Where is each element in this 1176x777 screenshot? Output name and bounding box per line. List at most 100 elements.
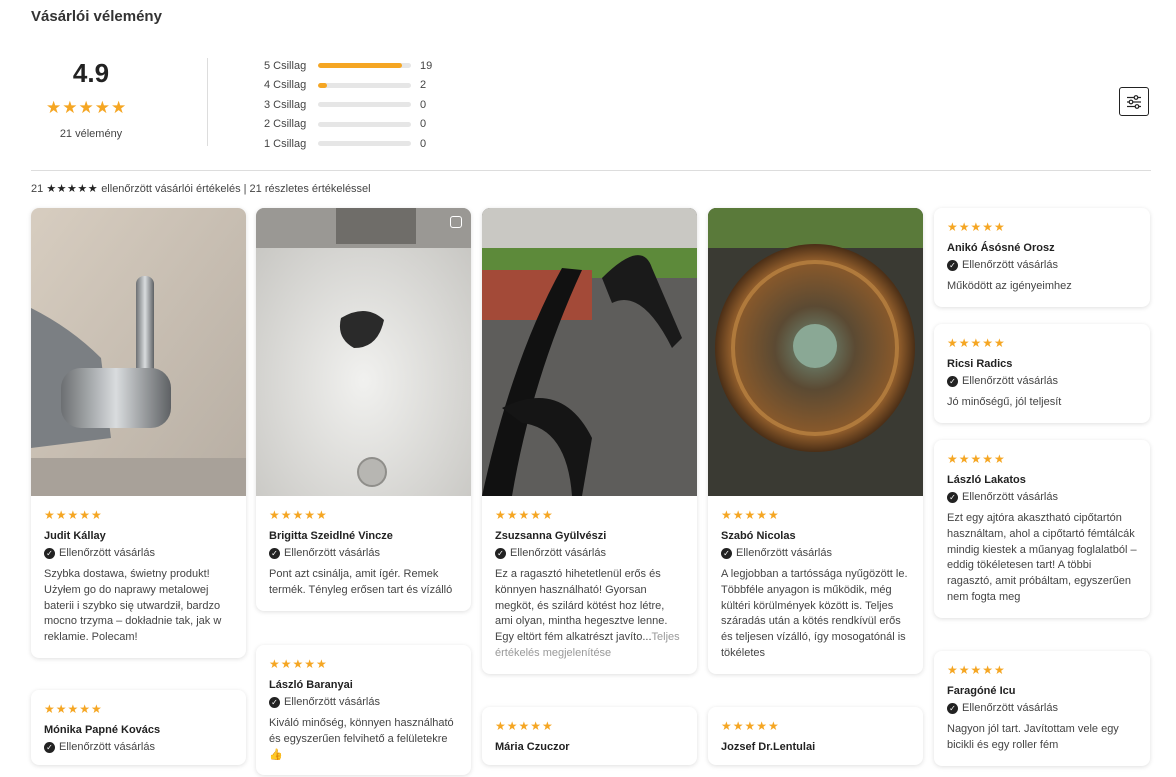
review-stars: ★★★★★ <box>947 336 1006 350</box>
histogram-bar <box>318 102 411 108</box>
review-stars: ★★★★★ <box>269 508 328 522</box>
verified-badge: ✓ Ellenőrzött vásárlás <box>947 491 1138 503</box>
review-stars: ★★★★★ <box>947 220 1006 234</box>
review-text-body: Ez a ragasztó hihetetlenül erős és könny… <box>495 568 668 644</box>
review-card[interactable]: ★★★★★ László Lakatos ✓ Ellenőrzött vásárl… <box>934 440 1150 618</box>
verified-label: Ellenőrzött vásárlás <box>962 259 1058 271</box>
verified-badge: ✓ Ellenőrzött vásárlás <box>947 702 1138 714</box>
verified-label: Ellenőrzött vásárlás <box>510 547 606 559</box>
review-card[interactable]: ★★★★★ Judit Kállay ✓ Ellenőrzött vásárlás… <box>31 208 246 658</box>
check-icon: ✓ <box>947 259 958 271</box>
histogram-bar <box>318 63 411 69</box>
histogram-bar <box>318 141 411 147</box>
histogram-count: 0 <box>420 137 427 150</box>
review-text: Jó minőségű, jól teljesít <box>947 396 1062 408</box>
review-stars: ★★★★★ <box>495 508 554 522</box>
histogram-fill <box>318 63 403 69</box>
check-icon: ✓ <box>947 375 958 387</box>
reviewer-name: Mónika Papné Kovács <box>44 724 161 736</box>
review-text: Ezt egy ajtóra akasztható cipőtartón has… <box>947 512 1137 603</box>
check-icon: ✓ <box>947 702 958 714</box>
check-icon: ✓ <box>269 696 280 708</box>
review-stars: ★★★★★ <box>44 702 103 716</box>
review-card[interactable]: ★★★★★ László Baranyai ✓ Ellenőrzött vásár… <box>256 645 471 776</box>
reviewer-name: Jozsef Dr.Lentulai <box>721 741 816 753</box>
review-card[interactable]: ★★★★★ Zsuzsanna Gyülvészi ✓ Ellenőrzött v… <box>482 208 697 674</box>
reviewer-name: Mária Czuczor <box>495 741 570 753</box>
check-icon: ✓ <box>44 741 55 753</box>
review-card[interactable]: ★★★★★ Brigitta Szeidlné Vincze ✓ Ellenőrz… <box>256 208 471 611</box>
sliders-icon <box>1127 94 1141 109</box>
verified-badge: ✓ Ellenőrzött vásárlás <box>721 547 911 559</box>
histogram-row-1[interactable]: 1 Csillag 0 <box>264 134 432 154</box>
verified-badge: ✓ Ellenőrzött vásárlás <box>947 375 1138 387</box>
reviewer-name: Brigitta Szeidlné Vincze <box>269 530 393 542</box>
verified-badge: ✓ Ellenőrzött vásárlás <box>269 696 459 708</box>
review-card[interactable]: ★★★★★ Jozsef Dr.Lentulai <box>708 707 923 765</box>
review-stars: ★★★★★ <box>495 719 554 733</box>
histogram-label: 4 Csillag <box>264 79 307 92</box>
histogram-count: 2 <box>420 79 427 92</box>
page-title: Vásárlói vélemény <box>31 8 162 25</box>
verified-label: Ellenőrzött vásárlás <box>284 696 380 708</box>
verified-label: Ellenőrzött vásárlás <box>284 547 380 559</box>
review-text: A legjobban a tartóssága nyűgözött le. T… <box>721 568 908 659</box>
verified-label: Ellenőrzött vásárlás <box>59 741 155 753</box>
verified-label: Ellenőrzött vásárlás <box>962 702 1058 714</box>
histogram-bar <box>318 121 411 127</box>
verified-label: Ellenőrzött vásárlás <box>59 547 155 559</box>
verified-label: Ellenőrzött vásárlás <box>962 491 1058 503</box>
reviewer-name: László Baranyai <box>269 679 353 691</box>
histogram-label: 3 Csillag <box>264 98 307 111</box>
histogram-label: 1 Csillag <box>264 137 307 150</box>
review-card[interactable]: ★★★★★ Mónika Papné Kovács ✓ Ellenőrzött v… <box>31 690 246 765</box>
review-text: Kiváló minőség, könnyen használható és e… <box>269 717 454 761</box>
reviewer-name: Szabó Nicolas <box>721 530 796 542</box>
review-text: Ez a ragasztó hihetetlenül erős és könny… <box>495 567 685 662</box>
review-card[interactable]: ★★★★★ Mária Czuczor <box>482 707 697 765</box>
review-stars: ★★★★★ <box>721 719 780 733</box>
review-text: Pont azt csinálja, amit ígér. Remek term… <box>269 568 453 596</box>
check-icon: ✓ <box>495 547 506 559</box>
reviewer-name: Judit Kállay <box>44 530 106 542</box>
reviewer-name: Zsuzsanna Gyülvészi <box>495 530 607 542</box>
verified-badge: ✓ Ellenőrzött vásárlás <box>269 547 459 559</box>
review-card[interactable]: ★★★★★ Faragóné Icu ✓ Ellenőrzött vásárlás… <box>934 651 1150 766</box>
histogram-row-2[interactable]: 2 Csillag 0 <box>264 115 432 135</box>
histogram-row-5[interactable]: 5 Csillag 19 <box>264 56 432 76</box>
histogram-count: 0 <box>420 98 427 111</box>
reviewer-name: Ricsi Radics <box>947 358 1013 370</box>
verified-badge: ✓ Ellenőrzött vásárlás <box>44 547 234 559</box>
summary-divider <box>207 58 208 146</box>
review-photo-faucet[interactable] <box>31 208 246 496</box>
check-icon: ✓ <box>269 547 280 559</box>
review-stars: ★★★★★ <box>269 657 328 671</box>
review-card[interactable]: ★★★★★ Anikó Ásósné Orosz ✓ Ellenőrzött vá… <box>934 208 1150 307</box>
review-photo-birdbath[interactable] <box>708 208 923 496</box>
check-icon: ✓ <box>44 547 55 559</box>
review-text: Működött az igényeimhez <box>947 280 1072 292</box>
histogram-row-3[interactable]: 3 Csillag 0 <box>264 95 432 115</box>
average-rating-stars: ★★★★★ <box>46 98 128 117</box>
histogram-row-4[interactable]: 4 Csillag 2 <box>264 76 432 96</box>
section-divider <box>31 170 1151 171</box>
gallery-icon <box>450 216 462 228</box>
average-rating: 4.9 <box>72 58 110 88</box>
review-text: Nagyon jól tart. Javítottam vele egy bic… <box>947 723 1119 751</box>
reviewer-name: László Lakatos <box>947 474 1026 486</box>
review-card[interactable]: ★★★★★ Ricsi Radics ✓ Ellenőrzött vásárlás… <box>934 324 1150 423</box>
verified-badge: ✓ Ellenőrzött vásárlás <box>495 547 685 559</box>
review-photo-bench[interactable] <box>482 208 697 496</box>
verified-text: ellenőrzött vásárlói értékelés | 21 rész… <box>101 183 371 195</box>
verified-stars: ★★★★★ <box>46 183 99 195</box>
rating-histogram: 5 Csillag 19 4 Csillag 2 3 Csillag 0 2 C… <box>264 56 432 154</box>
verified-badge: ✓ Ellenőrzött vásárlás <box>947 259 1138 271</box>
reviewer-name: Faragóné Icu <box>947 685 1016 697</box>
histogram-label: 5 Csillag <box>264 59 307 72</box>
histogram-count: 19 <box>420 59 433 72</box>
check-icon: ✓ <box>721 547 732 559</box>
review-card[interactable]: ★★★★★ Szabó Nicolas ✓ Ellenőrzött vásárlá… <box>708 208 923 674</box>
review-photo-sink[interactable] <box>256 208 471 496</box>
filter-button[interactable] <box>1119 87 1149 116</box>
histogram-bar <box>318 82 411 88</box>
